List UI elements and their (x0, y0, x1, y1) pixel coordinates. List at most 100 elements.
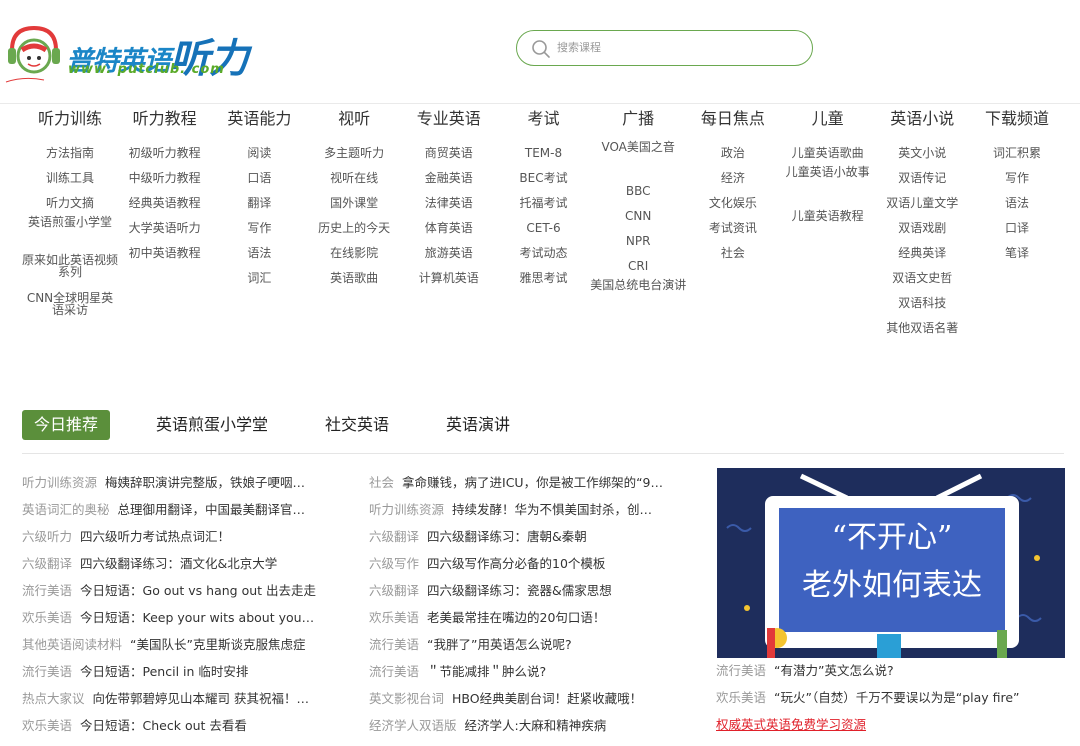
nav-link[interactable]: 政治 (685, 141, 781, 166)
nav-link[interactable]: 初中英语教程 (117, 241, 213, 266)
list-item[interactable]: 热点大家议 向佐带郭碧婷见山本耀司 获其祝福！网友 (22, 688, 317, 715)
nav-link[interactable]: 英语歌曲 (306, 266, 402, 291)
news-category[interactable]: 经济学人双语版 (369, 718, 457, 733)
list-item[interactable]: 流行美语 今日短语：Go out vs hang out 出去走走 (22, 580, 317, 607)
nav-link[interactable]: 社会 (685, 241, 781, 266)
news-category[interactable]: 流行美语 (22, 664, 72, 679)
nav-link[interactable]: 初级听力教程 (117, 141, 213, 166)
news-title[interactable]: “有潜力”英文怎么说? (774, 663, 894, 678)
nav-link[interactable]: 经典英译 (874, 241, 970, 266)
nav-link[interactable]: 方法指南 (22, 141, 118, 166)
nav-link[interactable]: 写作 (969, 166, 1065, 191)
news-category[interactable]: 欢乐美语 (716, 690, 766, 705)
nav-link[interactable]: CNN全球明星英语采访 (22, 292, 118, 330)
news-category[interactable]: 六级听力 (22, 529, 72, 544)
nav-link[interactable]: 视听在线 (306, 166, 402, 191)
nav-link[interactable]: 口译 (969, 216, 1065, 241)
nav-link[interactable]: 双语科技 (874, 291, 970, 316)
news-category[interactable]: 热点大家议 (22, 691, 85, 706)
nav-link[interactable]: 经典英语教程 (117, 191, 213, 216)
news-title[interactable]: 四六级翻译练习：唐朝&秦朝 (427, 529, 587, 544)
news-category[interactable]: 英语词汇的奥秘 (22, 502, 110, 517)
list-item[interactable]: 流行美语 今日短语：Pencil in 临时安排 (22, 661, 317, 688)
news-title[interactable]: 今日短语：Keep your wits about you! 保持清醒 (80, 610, 317, 625)
nav-link[interactable]: 英文小说 (874, 141, 970, 166)
news-title[interactable]: 拿命赚钱，病了进ICU，你是被工作绑架的“996” (402, 475, 664, 490)
nav-link[interactable]: 计算机英语 (401, 266, 497, 291)
nav-link[interactable]: BBC (590, 179, 686, 204)
news-title[interactable]: 梅姨辞职演讲完整版，铁娘子哽咽落泪 (105, 475, 317, 490)
nav-link[interactable]: 词汇积累 (969, 141, 1065, 166)
nav-link[interactable]: 多主题听力 (306, 141, 402, 166)
nav-link[interactable]: 词汇 (211, 266, 307, 291)
nav-column-title[interactable]: 考试 (496, 104, 592, 134)
feature-banner[interactable]: “不开心” 老外如何表达 (717, 468, 1065, 658)
list-item[interactable]: 经济学人双语版 经济学人:大麻和精神疾病 (369, 715, 664, 742)
nav-link[interactable]: 法律英语 (401, 191, 497, 216)
news-category[interactable]: 欢乐美语 (22, 718, 72, 733)
nav-link[interactable]: 英语煎蛋小学堂 (22, 216, 118, 254)
nav-link[interactable]: TEM-8 (496, 141, 592, 166)
nav-link[interactable]: 训练工具 (22, 166, 118, 191)
nav-link[interactable]: 笔译 (969, 241, 1065, 266)
nav-link[interactable]: 经济 (685, 166, 781, 191)
tab-today-recommend[interactable]: 今日推荐 (22, 410, 111, 440)
nav-link[interactable]: 雅思考试 (496, 266, 592, 291)
nav-link[interactable]: BEC考试 (496, 166, 592, 191)
nav-link[interactable]: 文化娱乐 (685, 191, 781, 216)
list-item[interactable]: 欢乐美语 “玩火”（自焚）千万不要误以为是“play fire” (716, 687, 1076, 714)
nav-column-title[interactable]: 广播 (590, 104, 686, 134)
news-title[interactable]: “玩火”（自焚）千万不要误以为是“play fire” (774, 690, 1020, 705)
news-title[interactable]: “美国队长”克里斯谈克服焦虑症 (130, 637, 305, 652)
search-input[interactable] (557, 31, 797, 64)
nav-link[interactable]: 大学英语听力 (117, 216, 213, 241)
news-category[interactable]: 六级翻译 (369, 529, 419, 544)
nav-column-title[interactable]: 专业英语 (401, 104, 497, 134)
list-item[interactable]: 英文影视台词 HBO经典美剧台词！赶紧收藏哦！ (369, 688, 664, 715)
news-title[interactable]: 经济学人:大麻和精神疾病 (465, 718, 607, 733)
news-category[interactable]: 流行美语 (716, 663, 766, 678)
nav-link[interactable]: CET-6 (496, 216, 592, 241)
nav-link[interactable]: CRI (590, 254, 686, 279)
nav-link[interactable]: 历史上的今天 (306, 216, 402, 241)
news-title[interactable]: “我胖了”用英语怎么说呢? (427, 637, 572, 652)
news-category[interactable]: 听力训练资源 (369, 502, 444, 517)
news-category[interactable]: 六级翻译 (22, 556, 72, 571)
nav-link[interactable]: 托福考试 (496, 191, 592, 216)
nav-link[interactable]: 旅游英语 (401, 241, 497, 266)
tab-english-speech[interactable]: 英语演讲 (446, 410, 510, 440)
news-title[interactable]: ＂节能减排＂肿么说? (427, 664, 546, 679)
news-title[interactable]: 今日短语：Check out 去看看 (80, 718, 247, 733)
news-category[interactable]: 欢乐美语 (369, 610, 419, 625)
nav-link[interactable]: 儿童英语歌曲 (780, 141, 876, 166)
nav-link[interactable]: 国外课堂 (306, 191, 402, 216)
news-category[interactable]: 英文影视台词 (369, 691, 444, 706)
list-item[interactable]: 听力训练资源 持续发酵！华为不惧美国封杀，创始人 (369, 499, 664, 526)
search-box[interactable] (516, 30, 813, 66)
list-item[interactable]: 六级写作 四六级写作高分必备的10个模板 (369, 553, 664, 580)
news-title[interactable]: 四六级听力考试热点词汇！ (80, 529, 230, 544)
nav-column-title[interactable]: 英语小说 (874, 104, 970, 134)
news-title[interactable]: 老美最常挂在嘴边的20句口语！ (427, 610, 605, 625)
nav-link[interactable]: 儿童英语小故事 (780, 166, 876, 204)
nav-link[interactable]: 双语儿童文学 (874, 191, 970, 216)
news-title[interactable]: 今日短语：Pencil in 临时安排 (80, 664, 248, 679)
nav-column-title[interactable]: 儿童 (780, 104, 876, 134)
nav-link[interactable]: 中级听力教程 (117, 166, 213, 191)
nav-link[interactable]: 口语 (211, 166, 307, 191)
nav-link[interactable]: 考试动态 (496, 241, 592, 266)
news-title[interactable]: 总理御用翻译，中国最美翻译官张璐 (118, 502, 317, 517)
news-category[interactable]: 听力训练资源 (22, 475, 97, 490)
list-item[interactable]: 六级翻译 四六级翻译练习：酒文化&北京大学 (22, 553, 317, 580)
list-item[interactable]: 欢乐美语 老美最常挂在嘴边的20句口语！ (369, 607, 664, 634)
tab-social-english[interactable]: 社交英语 (325, 410, 389, 440)
news-title[interactable]: 四六级写作高分必备的10个模板 (427, 556, 605, 571)
nav-link[interactable]: 原来如此英语视频系列 (22, 254, 118, 292)
list-item[interactable]: 六级翻译 四六级翻译练习：唐朝&秦朝 (369, 526, 664, 553)
news-category[interactable]: 流行美语 (369, 664, 419, 679)
list-item[interactable]: 六级听力 四六级听力考试热点词汇！ (22, 526, 317, 553)
news-title[interactable]: 持续发酵！华为不惧美国封杀，创始人 (452, 502, 664, 517)
news-title[interactable]: 今日短语：Go out vs hang out 出去走走 (80, 583, 316, 598)
nav-link[interactable]: 商贸英语 (401, 141, 497, 166)
nav-column-title[interactable]: 听力训练 (22, 104, 118, 134)
